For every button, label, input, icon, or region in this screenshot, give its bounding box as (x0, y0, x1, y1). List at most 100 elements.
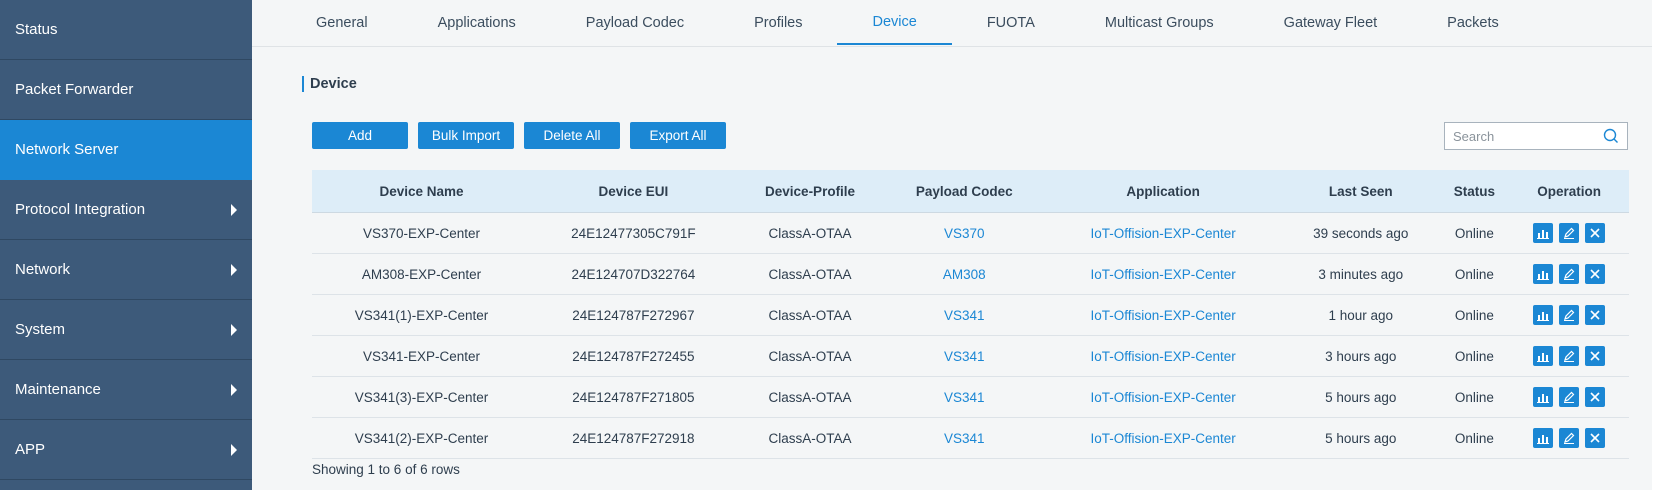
delete-button[interactable] (1585, 223, 1606, 243)
payload-codec-link[interactable]: VS370 (944, 226, 985, 241)
table-cell-last-seen: 3 minutes ago (1282, 253, 1440, 295)
table-cell-device-profile: ClassA-OTAA (735, 212, 885, 254)
chart-icon (1537, 271, 1550, 280)
delete-button[interactable] (1585, 428, 1606, 448)
application-link[interactable]: IoT-Offision-EXP-Center (1090, 267, 1235, 282)
payload-codec-link[interactable]: VS341 (944, 431, 985, 446)
sidebar-item-protocol-integration[interactable]: Protocol Integration (0, 180, 252, 240)
tab-gateway-fleet[interactable]: Gateway Fleet (1249, 0, 1413, 45)
application-link[interactable]: IoT-Offision-EXP-Center (1090, 226, 1235, 241)
table-row: VS341-EXP-Center 24E124787F272455 ClassA-O… (312, 335, 1629, 377)
device-table: Device Name Device EUI Device-Profile Paylo… (312, 170, 1629, 459)
column-header-payload-codec[interactable]: Payload Codec (884, 170, 1045, 213)
tab-applications[interactable]: Applications (403, 0, 551, 45)
chart-button[interactable] (1533, 346, 1554, 366)
edit-button[interactable] (1559, 428, 1580, 448)
edit-icon (1564, 350, 1575, 362)
application-link[interactable]: IoT-Offision-EXP-Center (1090, 390, 1235, 405)
chart-button[interactable] (1533, 264, 1554, 284)
add-button[interactable]: Add (312, 122, 408, 149)
delete-button[interactable] (1585, 346, 1606, 366)
search-input[interactable] (1445, 127, 1603, 145)
tab-fuota[interactable]: FUOTA (952, 0, 1070, 45)
operation-buttons (1510, 223, 1628, 243)
sidebar-item-label: Status (15, 21, 58, 38)
table-cell-payload-codec: VS341 (884, 376, 1045, 418)
chart-button[interactable] (1533, 305, 1554, 325)
payload-codec-link[interactable]: AM308 (943, 267, 986, 282)
table-cell-status: Online (1439, 253, 1510, 295)
pagination-info: Showing 1 to 6 of 6 rows (312, 462, 460, 477)
chevron-right-icon (231, 203, 237, 216)
edit-icon (1564, 268, 1575, 280)
sidebar-item-network[interactable]: Network (0, 240, 252, 300)
column-header-status[interactable]: Status (1439, 170, 1510, 213)
table-cell-application: IoT-Offision-EXP-Center (1044, 212, 1283, 254)
sidebar-item-network-server[interactable]: Network Server (0, 120, 252, 180)
delete-all-button[interactable]: Delete All (524, 122, 620, 149)
payload-codec-link[interactable]: VS341 (944, 349, 985, 364)
tab-general[interactable]: General (316, 0, 403, 45)
sidebar-item-packet-forwarder[interactable]: Packet Forwarder (0, 60, 252, 120)
column-header-operation[interactable]: Operation (1509, 170, 1629, 213)
export-all-button[interactable]: Export All (630, 122, 726, 149)
chart-button[interactable] (1533, 387, 1554, 407)
operation-buttons (1510, 305, 1628, 325)
table-cell-device-eui: 24E124787F271805 (531, 376, 736, 418)
delete-button[interactable] (1585, 264, 1606, 284)
chart-icon (1537, 230, 1550, 239)
application-link[interactable]: IoT-Offision-EXP-Center (1090, 431, 1235, 446)
column-header-application[interactable]: Application (1044, 170, 1283, 213)
chart-icon (1537, 394, 1550, 403)
delete-icon (1590, 228, 1600, 238)
column-header-device-eui[interactable]: Device EUI (531, 170, 736, 213)
column-header-device-profile[interactable]: Device-Profile (735, 170, 885, 213)
payload-codec-link[interactable]: VS341 (944, 390, 985, 405)
application-link[interactable]: IoT-Offision-EXP-Center (1090, 308, 1235, 323)
payload-codec-link[interactable]: VS341 (944, 308, 985, 323)
edit-button[interactable] (1559, 264, 1580, 284)
table-cell-device-profile: ClassA-OTAA (735, 376, 885, 418)
sidebar-item-system[interactable]: System (0, 300, 252, 360)
table-cell-last-seen: 5 hours ago (1282, 417, 1440, 459)
table-cell-last-seen: 5 hours ago (1282, 376, 1440, 418)
edit-icon (1564, 227, 1575, 239)
delete-button[interactable] (1585, 387, 1606, 407)
edit-icon (1564, 309, 1575, 321)
chart-button[interactable] (1533, 223, 1554, 243)
table-cell-device-name: VS370-EXP-Center (312, 212, 532, 254)
edit-button[interactable] (1559, 223, 1580, 243)
application-link[interactable]: IoT-Offision-EXP-Center (1090, 349, 1235, 364)
table-cell-operation (1509, 376, 1629, 418)
tab-profiles[interactable]: Profiles (719, 0, 837, 45)
delete-icon (1590, 392, 1600, 402)
table-cell-device-eui: 24E124707D322764 (531, 253, 736, 295)
column-header-last-seen[interactable]: Last Seen (1282, 170, 1440, 213)
table-row: VS341(3)-EXP-Center 24E124787F271805 Class… (312, 376, 1629, 418)
tab-multicast-groups[interactable]: Multicast Groups (1070, 0, 1249, 45)
edit-button[interactable] (1559, 387, 1580, 407)
tab-device[interactable]: Device (837, 0, 952, 45)
chart-button[interactable] (1533, 428, 1554, 448)
sidebar-item-label: Maintenance (15, 381, 101, 398)
operation-buttons (1510, 428, 1628, 448)
column-header-device-name[interactable]: Device Name (312, 170, 532, 213)
tab-packets[interactable]: Packets (1412, 0, 1534, 45)
table-cell-operation (1509, 294, 1629, 336)
sidebar-item-label: Network (15, 261, 71, 278)
sidebar-item-maintenance[interactable]: Maintenance (0, 360, 252, 420)
edit-button[interactable] (1559, 305, 1580, 325)
sidebar-item-status[interactable]: Status (0, 0, 252, 60)
table-cell-device-name: VS341(1)-EXP-Center (312, 294, 532, 336)
edit-button[interactable] (1559, 346, 1580, 366)
tab-payload-codec[interactable]: Payload Codec (551, 0, 719, 45)
sidebar: Status Packet Forwarder Network Server Prot… (0, 0, 252, 490)
sidebar-item-app[interactable]: APP (0, 420, 252, 480)
bulk-import-button[interactable]: Bulk Import (418, 122, 514, 149)
table-cell-device-eui: 24E124787F272918 (531, 417, 736, 459)
table-cell-device-name: AM308-EXP-Center (312, 253, 532, 295)
table-cell-payload-codec: VS370 (884, 212, 1045, 254)
search-icon[interactable] (1603, 128, 1619, 144)
table-cell-status: Online (1439, 212, 1510, 254)
delete-button[interactable] (1585, 305, 1606, 325)
